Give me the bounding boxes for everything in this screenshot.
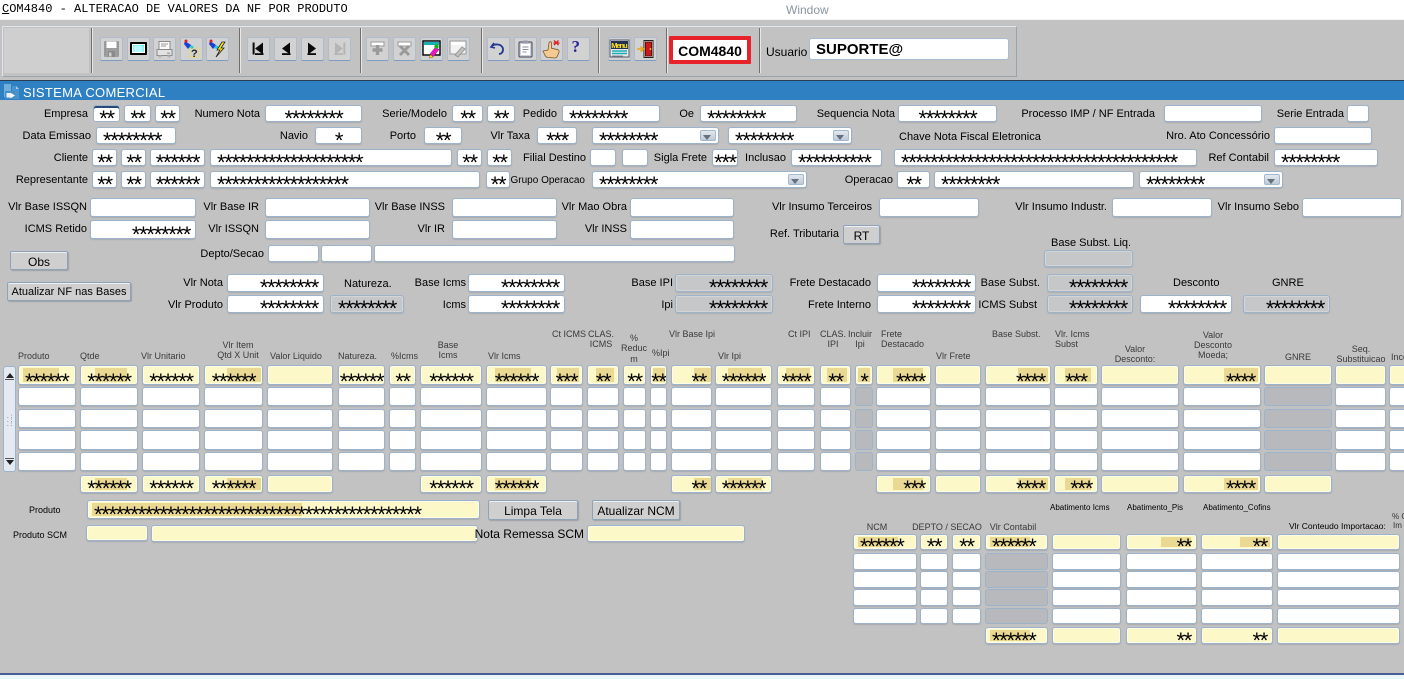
svg-text:Menu: Menu [611,41,628,50]
svg-text:?: ? [191,48,198,60]
